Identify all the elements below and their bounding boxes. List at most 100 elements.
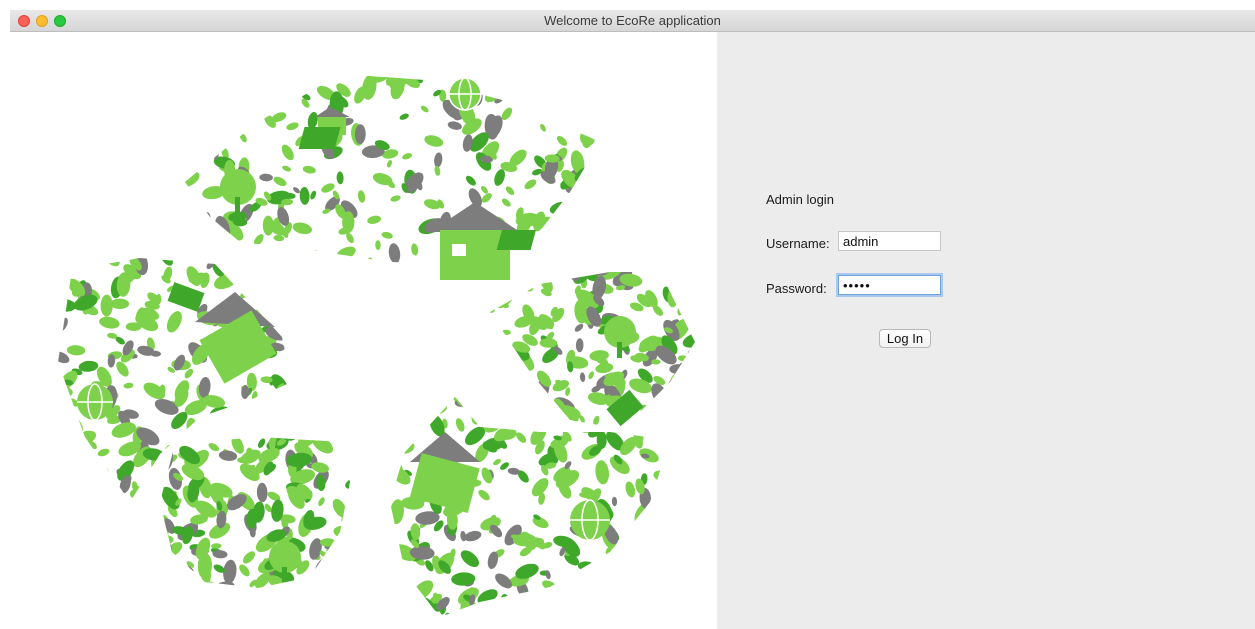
leaf-icon bbox=[295, 255, 317, 264]
leaf-icon bbox=[490, 354, 501, 367]
leaf-icon bbox=[193, 218, 207, 233]
leaf-icon bbox=[58, 438, 67, 450]
leaf-icon bbox=[267, 409, 292, 427]
leaf-icon bbox=[257, 438, 266, 448]
leaf-icon bbox=[494, 401, 505, 407]
leaf-icon bbox=[669, 364, 688, 375]
leaf-icon bbox=[424, 135, 444, 147]
leaf-icon bbox=[200, 580, 224, 588]
leaf-icon bbox=[543, 272, 563, 279]
leaf-icon bbox=[67, 454, 78, 462]
username-label: Username: bbox=[766, 236, 830, 251]
username-field[interactable] bbox=[838, 231, 941, 251]
leaf-icon bbox=[464, 399, 470, 409]
leaf-icon bbox=[345, 477, 350, 490]
solar-panel-icon bbox=[496, 230, 536, 250]
leaf-icon bbox=[444, 612, 453, 617]
leaf-icon bbox=[302, 165, 316, 174]
leaf-icon bbox=[110, 298, 130, 309]
leaf-icon bbox=[512, 418, 528, 428]
leaf-icon bbox=[667, 387, 681, 399]
leaf-icon bbox=[58, 294, 68, 304]
leaf-icon bbox=[637, 423, 652, 434]
leaf-icon bbox=[256, 258, 265, 272]
leaf-icon bbox=[505, 186, 515, 195]
leaf-icon bbox=[160, 556, 176, 582]
leaf-icon bbox=[135, 493, 150, 502]
leaf-cluster bbox=[490, 272, 695, 427]
leaf-icon bbox=[560, 595, 573, 603]
leaf-icon bbox=[63, 419, 74, 428]
leaf-icon bbox=[490, 357, 508, 372]
leaf-icon bbox=[399, 113, 409, 120]
leaf-icon bbox=[238, 263, 247, 264]
leaf-icon bbox=[687, 349, 695, 369]
leaf-icon bbox=[536, 240, 556, 259]
leaf-icon bbox=[490, 306, 495, 314]
leaf-icon bbox=[677, 355, 689, 362]
leaf-icon bbox=[563, 586, 574, 603]
leaf-icon bbox=[656, 403, 666, 410]
leaf-icon bbox=[381, 231, 393, 239]
leaf-icon bbox=[241, 88, 257, 109]
leaf-icon bbox=[160, 562, 166, 572]
leaf-icon bbox=[572, 99, 580, 112]
leaf-icon bbox=[434, 152, 443, 168]
leaf-icon bbox=[97, 448, 110, 457]
leaf-icon bbox=[55, 501, 65, 510]
login-button[interactable]: Log In bbox=[879, 329, 931, 348]
leaf-icon bbox=[243, 264, 264, 278]
leaf-icon bbox=[404, 76, 420, 89]
leaf-icon bbox=[581, 588, 590, 595]
leaf-icon bbox=[642, 415, 654, 434]
leaf-icon bbox=[294, 304, 306, 321]
leaf-icon bbox=[419, 387, 431, 399]
password-field[interactable] bbox=[838, 275, 941, 295]
leaf-icon bbox=[388, 243, 401, 264]
leaf-icon bbox=[578, 97, 591, 108]
leaf-icon bbox=[693, 365, 695, 374]
leaf-icon bbox=[66, 345, 86, 356]
leaf-icon bbox=[212, 125, 224, 141]
leaf-icon bbox=[286, 122, 299, 131]
leaf-icon bbox=[185, 134, 189, 154]
leaf-icon bbox=[514, 74, 528, 86]
leaf-icon bbox=[491, 413, 502, 425]
leaf-icon bbox=[273, 176, 287, 187]
leaf-icon bbox=[677, 410, 692, 427]
leaf-icon bbox=[663, 613, 670, 617]
leaf-icon bbox=[394, 561, 403, 569]
leaf-icon bbox=[603, 614, 616, 617]
leaf-icon bbox=[510, 382, 524, 390]
leaf-icon bbox=[656, 592, 670, 617]
leaf-icon bbox=[484, 85, 504, 103]
leaf-icon bbox=[411, 243, 419, 256]
leaf-icon bbox=[208, 443, 220, 452]
leaf-icon bbox=[230, 423, 245, 433]
leaf-icon bbox=[548, 272, 558, 276]
leaf-icon bbox=[491, 397, 505, 402]
leaf-icon bbox=[218, 450, 238, 461]
title-bar[interactable]: Welcome to EcoRe application bbox=[10, 10, 1255, 32]
leaf-icon bbox=[527, 398, 534, 409]
leaf-icon bbox=[281, 144, 294, 161]
leaf-icon bbox=[313, 250, 322, 261]
leaf-icon bbox=[485, 397, 503, 404]
leaf-icon bbox=[414, 609, 425, 616]
leaf-icon bbox=[570, 150, 585, 174]
leaf-icon bbox=[185, 74, 204, 89]
leaf-icon bbox=[661, 578, 670, 593]
leaf-icon bbox=[620, 605, 627, 615]
leaf-icon bbox=[391, 573, 398, 584]
leaf-icon bbox=[242, 82, 256, 100]
leaf-icon bbox=[58, 298, 77, 312]
leaf-icon bbox=[588, 371, 594, 380]
leaf-icon bbox=[574, 323, 584, 332]
leaf-icon bbox=[390, 440, 415, 455]
leaf-icon bbox=[390, 410, 402, 428]
leaf-icon bbox=[500, 378, 516, 404]
leaf-icon bbox=[581, 397, 588, 405]
leaf-icon bbox=[213, 74, 225, 89]
leaf-icon bbox=[287, 391, 292, 401]
leaf-icon bbox=[408, 397, 430, 409]
